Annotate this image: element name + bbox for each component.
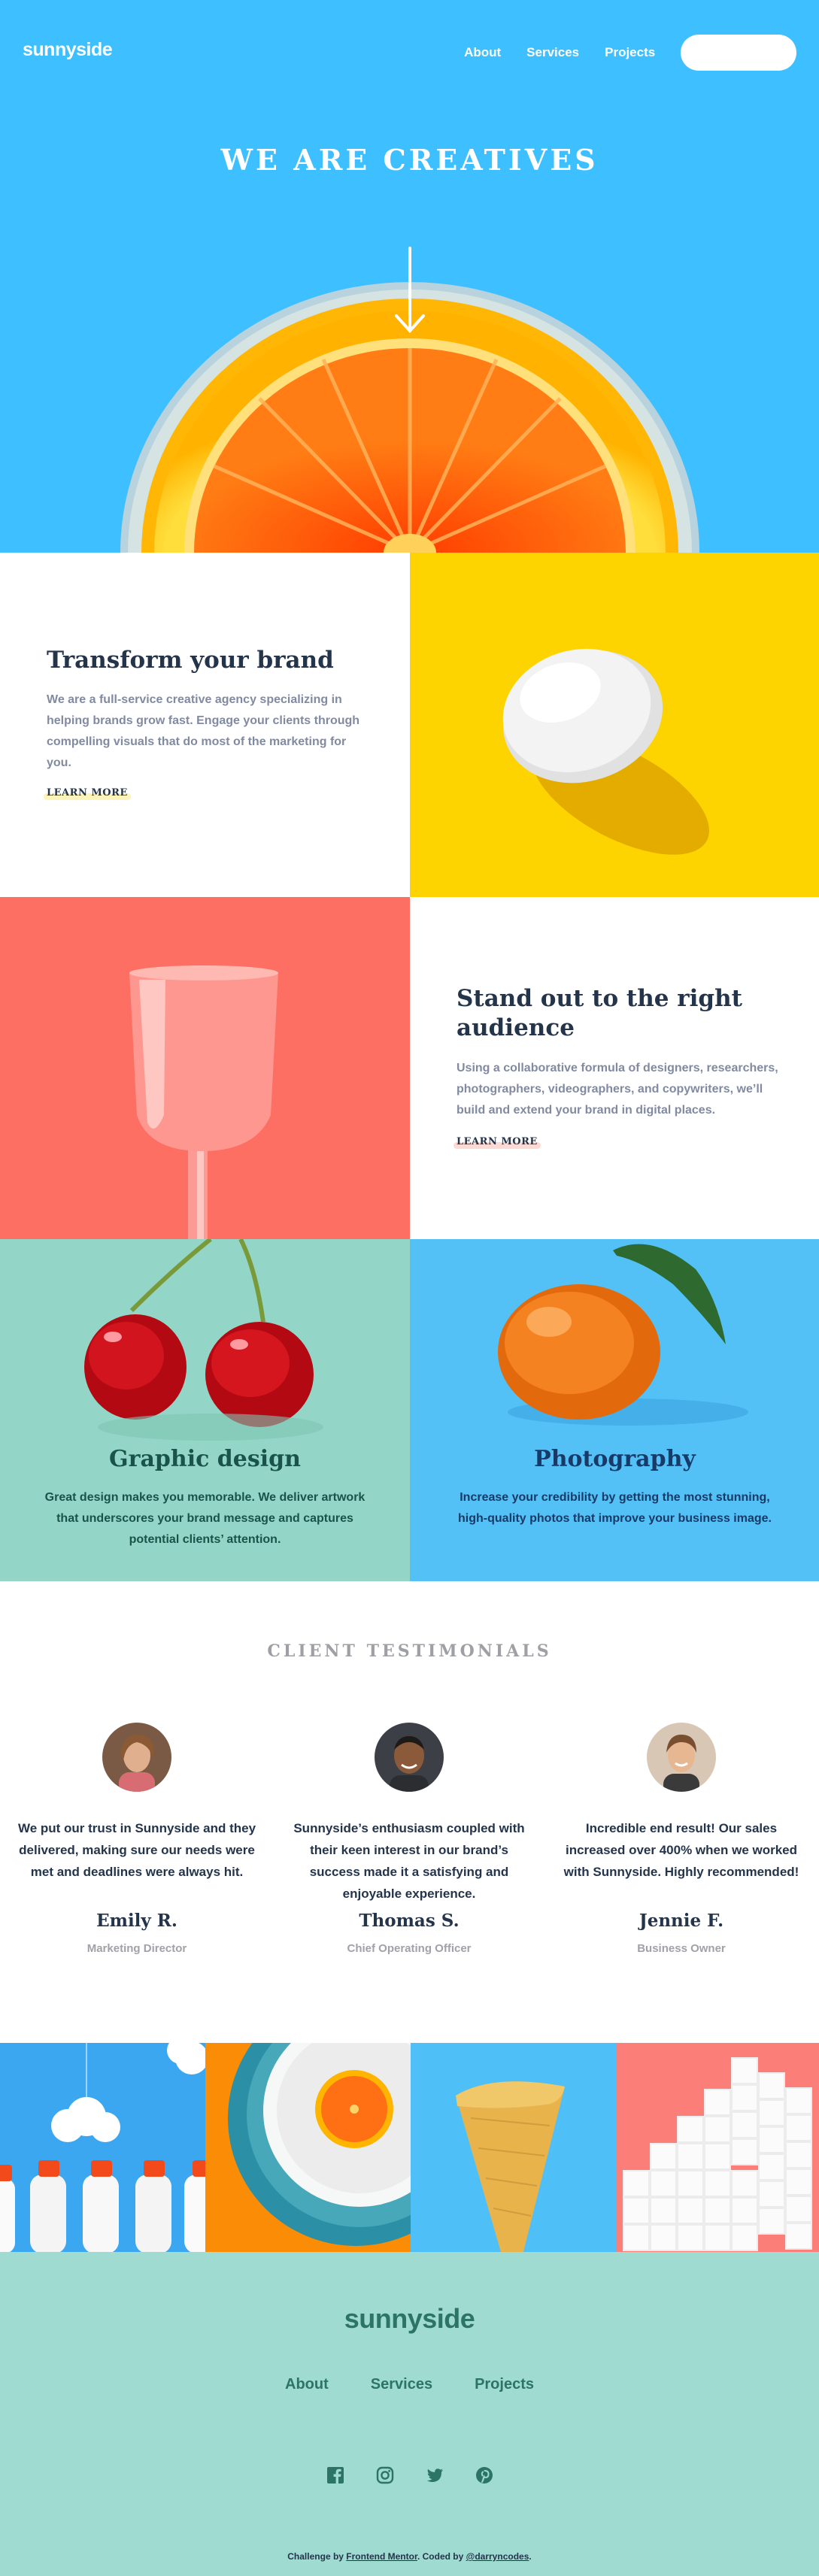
egg-image: [410, 553, 819, 897]
feature-transform: Transform your brand We are a full-servi…: [0, 553, 410, 897]
frontend-mentor-link[interactable]: Frontend Mentor: [346, 2551, 417, 2562]
nav-link-services[interactable]: Services: [526, 45, 579, 60]
service-text: Increase your credibility by getting the…: [458, 1491, 772, 1525]
testimonials-section: CLIENT TESTIMONIALS We put our trust in …: [0, 1581, 819, 2043]
learn-more-link[interactable]: LEARN MORE: [453, 1136, 541, 1149]
learn-more-label: LEARN MORE: [47, 787, 128, 799]
learn-more-link[interactable]: LEARN MORE: [44, 787, 131, 800]
testimonial-name: Jennie F.: [639, 1911, 724, 1931]
hero-orange-image: [120, 247, 699, 553]
service-photography: Photography Increase your credibility by…: [410, 1239, 819, 1581]
facebook-icon[interactable]: [326, 2466, 344, 2484]
service-text: Great design makes you memorable. We del…: [44, 1491, 366, 1546]
ice-cream-cone-image: [411, 2043, 616, 2252]
footer-nav: About Services Projects: [0, 2376, 819, 2393]
testimonial-card: Sunnyside’s enthusiasm coupled with thei…: [289, 1723, 529, 1955]
social-links: [0, 2466, 819, 2484]
instagram-icon[interactable]: [376, 2466, 394, 2484]
testimonial-quote: Sunnyside’s enthusiasm coupled with thei…: [293, 1821, 525, 1901]
contact-button[interactable]: CONTACT: [681, 35, 796, 71]
orange-plate-image: [205, 2043, 411, 2252]
testimonial-quote: Incredible end result! Our sales increas…: [563, 1821, 799, 1879]
feature-title: Stand out to the right audience: [457, 985, 742, 1041]
testimonial-role: Business Owner: [637, 1942, 726, 1955]
attribution: Challenge by Frontend Mentor. Coded by @…: [0, 2551, 819, 2562]
learn-more-label: LEARN MORE: [457, 1136, 538, 1147]
feature-stand-out: Stand out to the right audience Using a …: [410, 897, 819, 1239]
main-nav: About Services Projects CONTACT: [464, 35, 796, 71]
attribution-text: . Coded by: [417, 2551, 466, 2562]
footer-logo[interactable]: sunnyside: [0, 2303, 819, 2335]
header-logo[interactable]: sunnyside: [23, 39, 113, 61]
feature-text: We are a full-service creative agency sp…: [47, 693, 360, 769]
footer-link-services[interactable]: Services: [371, 2376, 432, 2393]
sugar-cubes-image: [616, 2043, 819, 2252]
testimonial-role: Chief Operating Officer: [347, 1942, 472, 1955]
footer-link-projects[interactable]: Projects: [475, 2376, 534, 2393]
service-title: Photography: [534, 1446, 696, 1472]
attribution-text: Challenge by: [287, 2551, 347, 2562]
testimonial-card: We put our trust in Sunnyside and they d…: [17, 1723, 257, 1955]
feature-title: Transform your brand: [47, 647, 334, 674]
service-title: Graphic design: [109, 1446, 301, 1472]
service-graphic-design: Graphic design Great design makes you me…: [0, 1239, 410, 1581]
nav-link-about[interactable]: About: [464, 45, 501, 60]
avatar: [647, 1723, 716, 1792]
twitter-icon[interactable]: [426, 2466, 444, 2484]
testimonial-role: Marketing Director: [86, 1942, 187, 1955]
avatar: [102, 1723, 171, 1792]
hero-section: sunnyside About Services Projects CONTAC…: [0, 0, 819, 553]
nav-link-projects[interactable]: Projects: [605, 45, 655, 60]
cup-image: [0, 897, 410, 1239]
testimonial-name: Thomas S.: [359, 1911, 460, 1931]
footer: sunnyside About Services Projects Challe…: [0, 2252, 819, 2576]
feature-text: Using a collaborative formula of designe…: [457, 1062, 778, 1117]
attribution-text: .: [529, 2551, 532, 2562]
author-link[interactable]: @darryncodes: [466, 2551, 529, 2562]
testimonial-card: Incredible end result! Our sales increas…: [561, 1723, 802, 1955]
pinterest-icon[interactable]: [475, 2466, 493, 2484]
footer-link-about[interactable]: About: [285, 2376, 329, 2393]
orange-image: [410, 1239, 819, 1581]
avatar: [375, 1723, 444, 1792]
gallery-section: [0, 2043, 819, 2252]
hero-title: WE ARE CREATIVES: [220, 143, 599, 177]
milk-bottles-image: [0, 2043, 205, 2252]
testimonials-title: CLIENT TESTIMONIALS: [267, 1641, 552, 1661]
testimonial-quote: We put our trust in Sunnyside and they d…: [17, 1821, 256, 1879]
testimonial-name: Emily R.: [96, 1911, 177, 1931]
